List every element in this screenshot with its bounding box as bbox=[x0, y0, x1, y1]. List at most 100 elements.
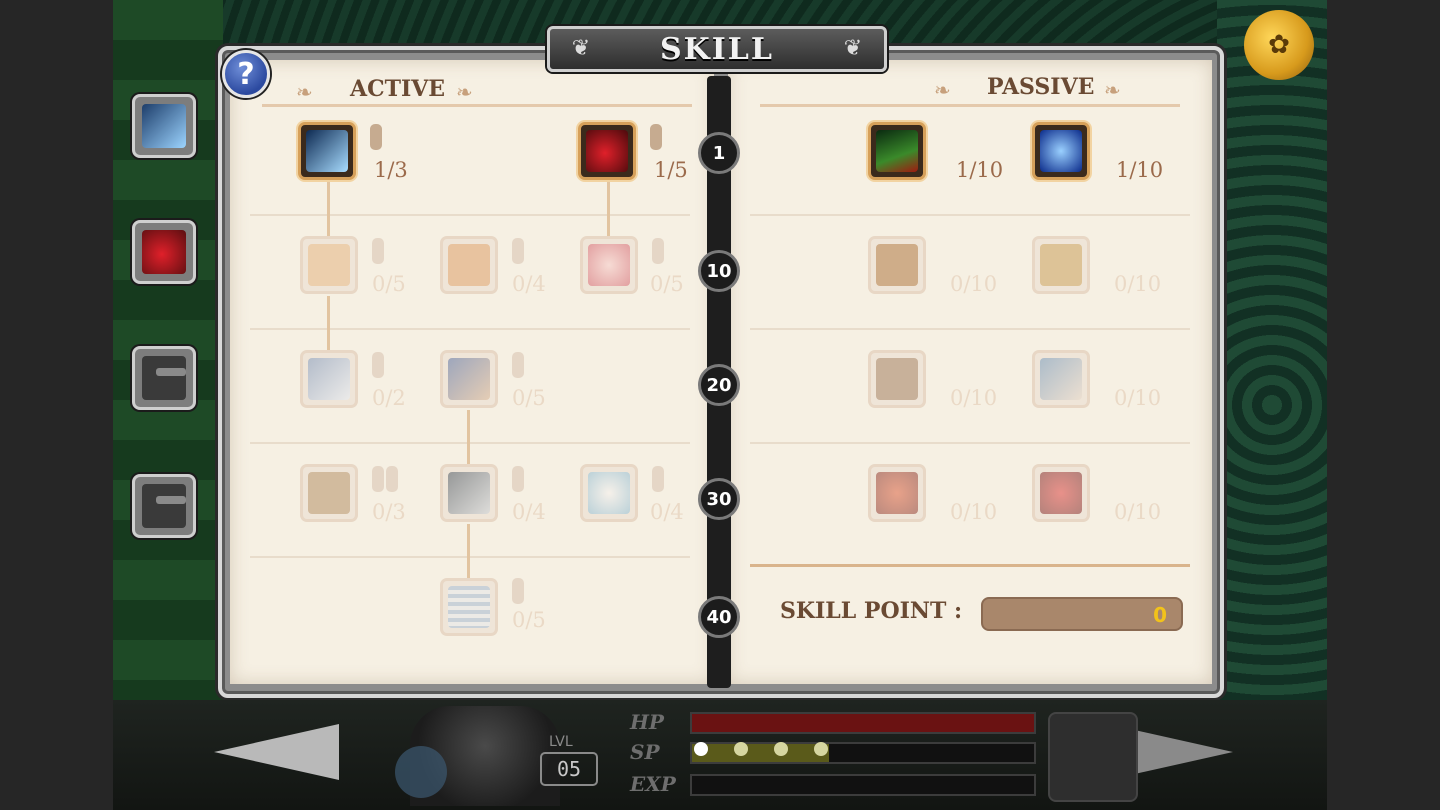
divider bbox=[750, 442, 1190, 444]
ornament-icon: ❦ bbox=[571, 36, 591, 61]
skill-level: 0/10 bbox=[1114, 386, 1162, 410]
skill-level: 0/10 bbox=[1114, 272, 1162, 296]
beast-icon bbox=[876, 244, 918, 286]
fox-icon bbox=[876, 358, 918, 400]
skill-mask[interactable] bbox=[1032, 236, 1090, 294]
page-title: SKILL bbox=[660, 31, 774, 67]
skill-pip bbox=[512, 578, 524, 604]
ornament-icon: ❧ bbox=[456, 80, 473, 104]
level-marker: 20 bbox=[698, 364, 740, 406]
divider bbox=[250, 442, 690, 444]
skill-spiral[interactable] bbox=[440, 464, 498, 522]
skill-feather[interactable] bbox=[1032, 350, 1090, 408]
skill-point-label: SKILL POINT : bbox=[780, 598, 963, 624]
sp-orb bbox=[774, 742, 788, 756]
skill-pip bbox=[652, 238, 664, 264]
ornament-icon: ❧ bbox=[296, 80, 313, 104]
blue-spirit-icon bbox=[1040, 130, 1082, 172]
skill-pip bbox=[372, 466, 384, 492]
skill-level: 0/5 bbox=[512, 386, 546, 410]
skill-burst[interactable] bbox=[440, 236, 498, 294]
previous-arrow-icon[interactable] bbox=[214, 724, 339, 780]
hp-fill bbox=[692, 714, 1034, 732]
tree-connector bbox=[327, 296, 330, 352]
skill-level: 0/10 bbox=[950, 500, 998, 524]
green-claw-icon bbox=[876, 130, 918, 172]
skill-pip bbox=[370, 124, 382, 150]
empty-slot bbox=[142, 484, 186, 528]
red-heart-icon bbox=[1040, 472, 1082, 514]
hp-label: HP bbox=[630, 710, 664, 734]
burst-icon bbox=[448, 244, 490, 286]
skill-level: 1/10 bbox=[1116, 158, 1164, 182]
skill-pip bbox=[512, 352, 524, 378]
skill-wind-slash[interactable] bbox=[298, 122, 356, 180]
spiral-icon bbox=[448, 472, 490, 514]
skill-level: 1/3 bbox=[374, 158, 408, 182]
skill-beast[interactable] bbox=[868, 236, 926, 294]
empty-slot bbox=[142, 356, 186, 400]
active-header: ACTIVE bbox=[350, 76, 446, 102]
wind-slash-icon bbox=[306, 130, 348, 172]
skill-green-claw[interactable] bbox=[868, 122, 926, 180]
punch-icon bbox=[308, 244, 350, 286]
divider bbox=[250, 214, 690, 216]
skill-whirl[interactable] bbox=[300, 350, 358, 408]
skill-level: 0/10 bbox=[950, 386, 998, 410]
sp-orb bbox=[814, 742, 828, 756]
divider bbox=[750, 328, 1190, 330]
skill-punch[interactable] bbox=[300, 236, 358, 294]
quick-slot-2[interactable] bbox=[132, 220, 196, 284]
quick-slot-4[interactable] bbox=[132, 474, 196, 538]
frost-icon bbox=[588, 472, 630, 514]
tree-connector bbox=[607, 182, 610, 238]
skill-level: 1/10 bbox=[956, 158, 1004, 182]
skill-level: 0/2 bbox=[372, 386, 406, 410]
level-caption: LVL bbox=[549, 734, 573, 750]
red-fist-icon bbox=[142, 230, 186, 274]
quick-slot-3[interactable] bbox=[132, 346, 196, 410]
skill-shield[interactable] bbox=[300, 464, 358, 522]
divider bbox=[262, 104, 692, 107]
secondary-portrait bbox=[1048, 712, 1138, 802]
skill-pip bbox=[372, 238, 384, 264]
sp-fill bbox=[692, 744, 829, 762]
skill-level: 0/3 bbox=[372, 500, 406, 524]
skill-blue-spirit[interactable] bbox=[1032, 122, 1090, 180]
passive-header: PASSIVE bbox=[987, 74, 1095, 100]
divider bbox=[250, 556, 690, 558]
skill-dash[interactable] bbox=[440, 350, 498, 408]
game-screen: ✿ ❦ SKILL ❦ ? ❧ ACTIVE ❧ ❧ PASSIVE ❧ 1 1… bbox=[0, 0, 1440, 810]
mask-icon bbox=[1040, 244, 1082, 286]
pink-orb-icon bbox=[588, 244, 630, 286]
skill-level: 1/5 bbox=[654, 158, 688, 182]
skill-level: 0/10 bbox=[950, 272, 998, 296]
divider bbox=[750, 214, 1190, 216]
skill-fox[interactable] bbox=[868, 350, 926, 408]
scroll-icon bbox=[448, 586, 490, 628]
skill-frost[interactable] bbox=[580, 464, 638, 522]
tree-connector bbox=[467, 410, 470, 466]
divider bbox=[750, 564, 1190, 567]
skill-point-bar: 0 bbox=[981, 597, 1183, 631]
level-marker: 40 bbox=[698, 596, 740, 638]
skill-level: 0/5 bbox=[650, 272, 684, 296]
skill-red-heart[interactable] bbox=[1032, 464, 1090, 522]
skill-level: 0/5 bbox=[512, 608, 546, 632]
skill-scroll[interactable] bbox=[440, 578, 498, 636]
dash-icon bbox=[448, 358, 490, 400]
skill-red-fist[interactable] bbox=[578, 122, 636, 180]
exp-label: EXP bbox=[630, 772, 676, 796]
level-marker: 30 bbox=[698, 478, 740, 520]
skill-pink-orb[interactable] bbox=[580, 236, 638, 294]
skill-pip bbox=[512, 238, 524, 264]
ornament-icon: ❦ bbox=[843, 36, 863, 61]
skill-red-flame[interactable] bbox=[868, 464, 926, 522]
coin-bag-icon[interactable]: ✿ bbox=[1244, 10, 1314, 80]
quick-slot-1[interactable] bbox=[132, 94, 196, 158]
hp-bar bbox=[690, 712, 1036, 734]
help-button[interactable]: ? bbox=[222, 50, 270, 98]
skill-level: 0/10 bbox=[1114, 500, 1162, 524]
skill-level: 0/4 bbox=[512, 500, 546, 524]
ornament-icon: ❧ bbox=[1104, 78, 1121, 102]
